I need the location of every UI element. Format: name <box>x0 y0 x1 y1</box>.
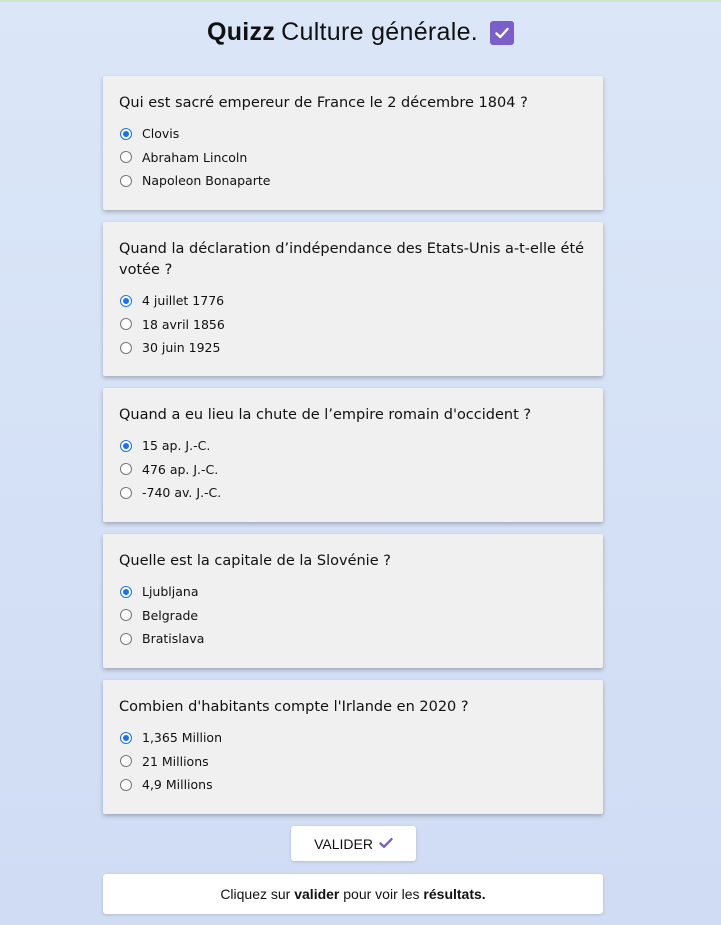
checkmark-icon <box>379 836 393 852</box>
question-text: Quand la déclaration d’indépendance des … <box>119 241 585 278</box>
option-label: Napoleon Bonaparte <box>142 173 271 189</box>
title-text: Culture générale. <box>281 18 479 46</box>
result-message: Cliquez sur valider pour voir les résult… <box>103 874 603 914</box>
radio-button[interactable] <box>120 463 132 476</box>
top-border <box>0 0 721 2</box>
option-label: 15 ap. J.-C. <box>142 438 211 454</box>
radio-button[interactable] <box>120 174 132 187</box>
question-card-4: Quelle est la capitale de la Slovénie ? … <box>103 534 603 668</box>
answer-option[interactable]: 15 ap. J.-C. <box>119 434 587 458</box>
radio-button[interactable] <box>120 778 132 791</box>
radio-button[interactable] <box>120 439 132 452</box>
option-label: 30 juin 1925 <box>142 340 221 356</box>
option-label: 4,9 Millions <box>142 777 213 793</box>
page-title: Quizz Culture générale. <box>207 18 478 47</box>
result-middle: pour voir les <box>343 886 420 902</box>
page-header: Quizz Culture générale. <box>0 18 721 47</box>
answer-option[interactable]: Napoleon Bonaparte <box>119 169 587 193</box>
option-label: Bratislava <box>142 631 205 647</box>
radio-button[interactable] <box>120 731 132 744</box>
question-card-1: Qui est sacré empereur de France le 2 dé… <box>103 76 603 210</box>
answer-option[interactable]: Clovis <box>119 122 587 146</box>
answer-option[interactable]: 30 juin 1925 <box>119 336 587 360</box>
answer-option[interactable]: Ljubljana <box>119 580 587 604</box>
question-card-5: Combien d'habitants compte l'Irlande en … <box>103 680 603 814</box>
option-label: 18 avril 1856 <box>142 316 225 332</box>
radio-button[interactable] <box>120 341 132 354</box>
option-label: Abraham Lincoln <box>142 149 248 165</box>
answer-option[interactable]: 4 juillet 1776 <box>119 289 587 313</box>
answer-option[interactable]: Bratislava <box>119 627 587 651</box>
option-label: Clovis <box>142 126 180 142</box>
question-text: Combien d'habitants compte l'Irlande en … <box>119 699 469 715</box>
radio-button[interactable] <box>120 127 132 140</box>
checkbox-icon <box>490 20 515 45</box>
radio-button[interactable] <box>120 486 132 499</box>
option-label: 476 ap. J.-C. <box>142 461 219 477</box>
answer-option[interactable]: 21 Millions <box>119 750 587 774</box>
validate-label: VALIDER <box>314 835 373 852</box>
radio-button[interactable] <box>120 294 132 307</box>
answer-option[interactable]: Abraham Lincoln <box>119 146 587 170</box>
radio-button[interactable] <box>120 585 132 598</box>
option-label: 1,365 Million <box>142 730 223 746</box>
result-keyword-2: résultats. <box>423 886 486 902</box>
answer-option[interactable]: 476 ap. J.-C. <box>119 458 587 482</box>
option-label: Ljubljana <box>142 584 199 600</box>
result-keyword: valider <box>294 886 340 902</box>
answer-option[interactable]: 1,365 Million <box>119 726 587 750</box>
answer-option[interactable]: Belgrade <box>119 604 587 628</box>
question-text: Quand a eu lieu la chute de l’empire rom… <box>119 407 532 423</box>
title-brand: Quizz <box>206 18 276 46</box>
result-prefix: Cliquez sur <box>220 886 291 902</box>
answer-option[interactable]: 18 avril 1856 <box>119 313 587 337</box>
question-text: Qui est sacré empereur de France le 2 dé… <box>119 95 528 111</box>
option-label: -740 av. J.-C. <box>142 485 222 501</box>
option-label: Belgrade <box>142 607 199 623</box>
question-card-3: Quand a eu lieu la chute de l’empire rom… <box>103 388 603 522</box>
option-label: 4 juillet 1776 <box>142 293 225 309</box>
answer-option[interactable]: 4,9 Millions <box>119 773 587 797</box>
radio-button[interactable] <box>120 318 132 331</box>
validate-button[interactable]: VALIDER <box>291 826 416 861</box>
radio-button[interactable] <box>120 151 132 164</box>
radio-button[interactable] <box>120 632 132 645</box>
radio-button[interactable] <box>120 609 132 622</box>
question-text: Quelle est la capitale de la Slovénie ? <box>119 553 391 569</box>
question-card-2: Quand la déclaration d’indépendance des … <box>103 222 603 376</box>
answer-option[interactable]: -740 av. J.-C. <box>119 481 587 505</box>
option-label: 21 Millions <box>142 753 209 769</box>
radio-button[interactable] <box>120 755 132 768</box>
